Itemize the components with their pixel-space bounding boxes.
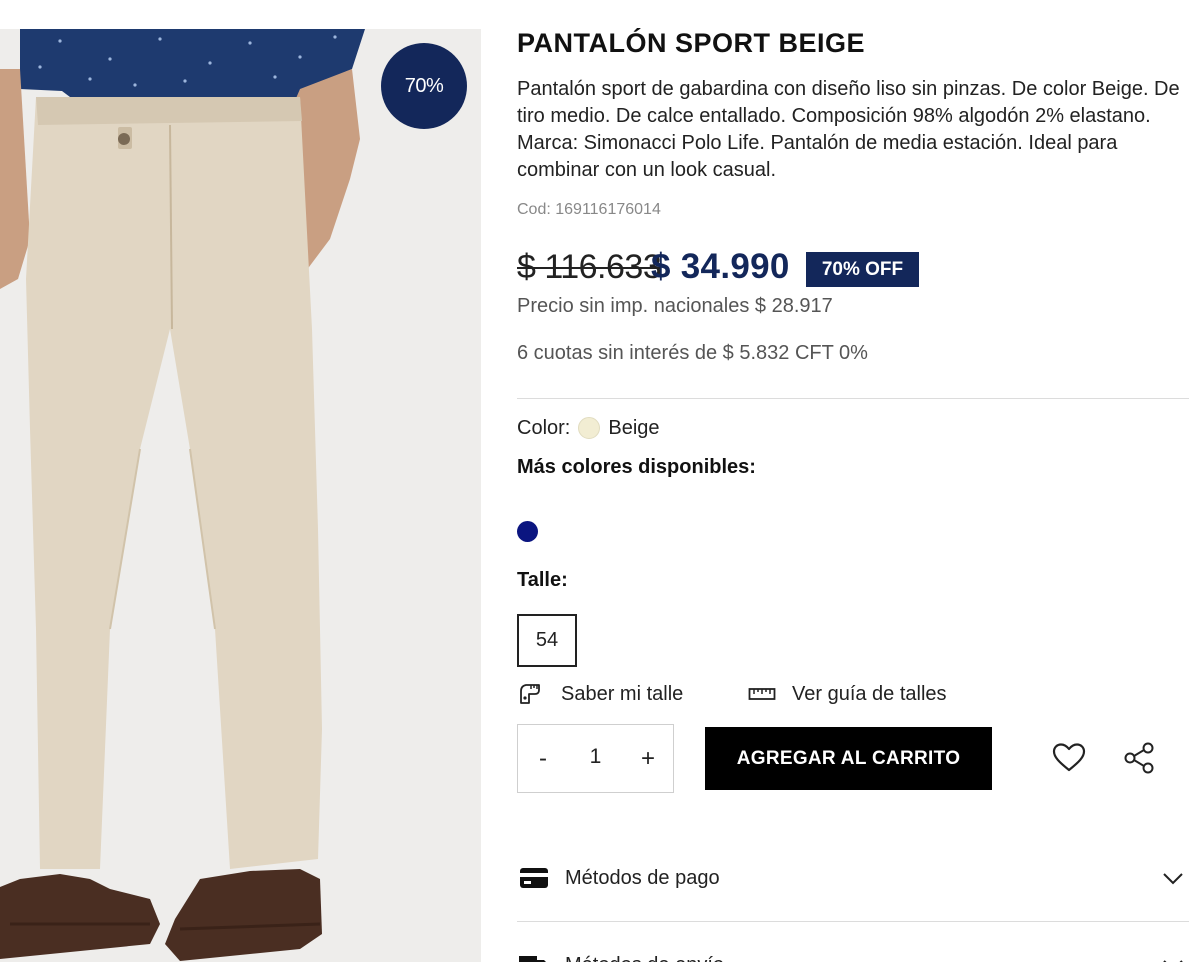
color-value: Beige: [608, 416, 660, 439]
credit-card-icon: [517, 861, 551, 895]
share-icon[interactable]: [1121, 740, 1157, 776]
shipping-methods-accordion[interactable]: Métodos de envío: [517, 935, 1189, 962]
product-image[interactable]: [0, 29, 481, 962]
heart-icon[interactable]: [1051, 740, 1087, 776]
ruler-icon: [748, 680, 776, 708]
installments-info: 6 cuotas sin interés de $ 5.832 CFT 0%: [517, 342, 868, 364]
know-my-size-link[interactable]: Saber mi talle: [517, 680, 683, 708]
truck-icon: [517, 948, 551, 962]
price-without-tax: Precio sin imp. nacionales $ 28.917: [517, 295, 833, 317]
product-title: PANTALÓN SPORT BEIGE: [517, 28, 866, 58]
product-code: Cod: 169116176014: [517, 201, 661, 218]
payment-methods-label: Métodos de pago: [565, 866, 720, 889]
payment-methods-accordion[interactable]: Métodos de pago: [517, 848, 1189, 908]
size-option-54[interactable]: 54: [517, 614, 577, 667]
navy-color-swatch[interactable]: [517, 521, 538, 542]
measure-tag-icon: [517, 680, 545, 708]
more-colors-label: Más colores disponibles:: [517, 456, 756, 478]
old-price: $ 116.633: [517, 248, 662, 286]
quantity-stepper: - 1 +: [517, 724, 674, 793]
size-guide-label: Ver guía de talles: [792, 682, 947, 705]
product-photo: [0, 29, 365, 961]
size-guide-link[interactable]: Ver guía de talles: [748, 680, 947, 708]
divider: [517, 921, 1189, 922]
color-row: Color: Beige: [517, 414, 660, 442]
chevron-down-icon: [1161, 953, 1185, 962]
current-color-swatch[interactable]: [578, 417, 601, 439]
chevron-down-icon: [1161, 866, 1185, 890]
color-label: Color:: [517, 416, 571, 439]
shipping-methods-label: Métodos de envío: [565, 954, 724, 962]
product-description: Pantalón sport de gabardina con diseño l…: [517, 78, 1180, 181]
price-row: $ 116.633 $ 34.990 70% OFF: [517, 246, 1189, 290]
quantity-increase-button[interactable]: +: [623, 725, 673, 792]
add-to-cart-button[interactable]: AGREGAR AL CARRITO: [705, 727, 992, 790]
quantity-decrease-button[interactable]: -: [518, 725, 568, 792]
discount-badge: 70% OFF: [806, 252, 919, 287]
divider: [517, 398, 1189, 399]
discount-circle-badge: 70%: [381, 43, 467, 129]
know-my-size-label: Saber mi talle: [561, 682, 684, 705]
current-price: $ 34.990: [651, 247, 790, 286]
quantity-value[interactable]: 1: [568, 725, 623, 789]
size-links: Saber mi talle Ver guía de talles: [517, 680, 1189, 710]
size-label: Talle:: [517, 569, 568, 591]
